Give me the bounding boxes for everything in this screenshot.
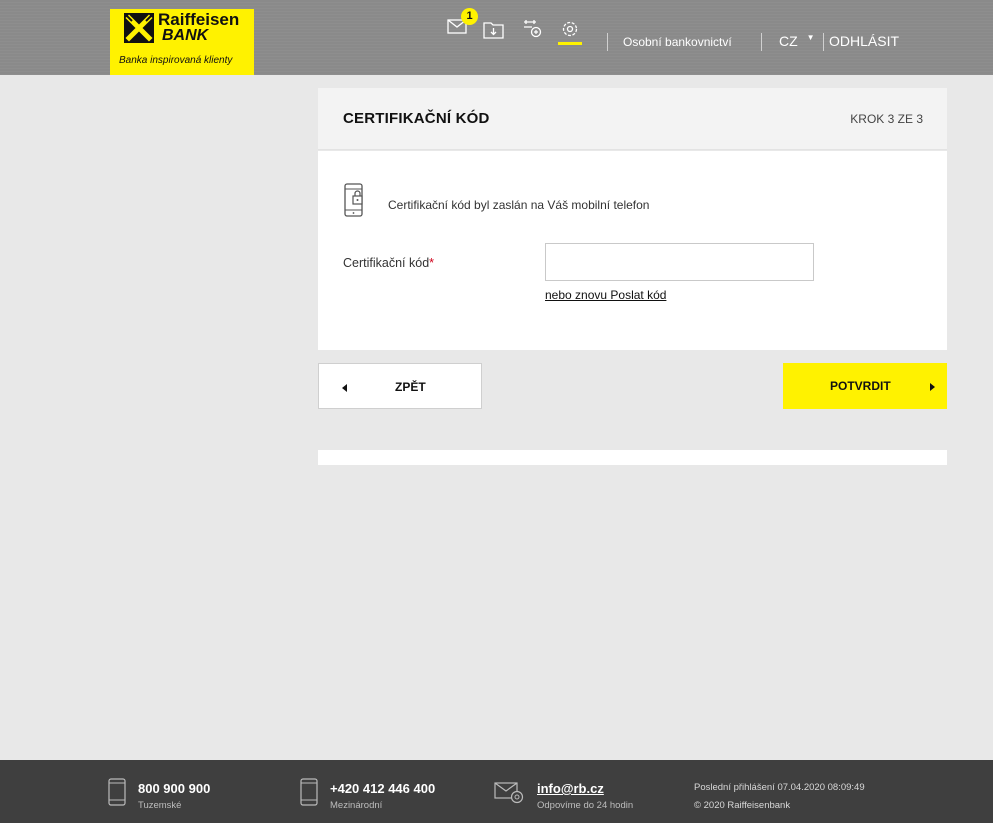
email-response-note: Odpovíme do 24 hodin [537,800,634,811]
page-title: CERTIFIKAČNÍ KÓD [343,110,490,127]
footer: 800 900 900 Tuzemské +420 412 446 400 Me… [0,760,993,823]
logo-name: Raiffeisen [158,10,240,29]
top-header: Raiffeisen BANK Banka inspirovaná klient… [0,0,993,75]
logo-tagline: Banka inspirovaná klienty [119,55,233,66]
last-login-info: Poslední přihlášení 07.04.2020 08:09:49 [694,782,865,793]
caret-down-icon: ▼ [806,33,815,42]
step-indicator: KROK 3 ZE 3 [850,112,923,126]
envelope-icon[interactable]: 1 [447,8,478,38]
email-at-icon [494,782,524,809]
phone-icon [108,778,126,811]
mobile-lock-icon [344,183,366,217]
international-phone-number[interactable]: +420 412 446 400 [330,781,435,796]
gear-lock-icon[interactable] [521,18,545,42]
language-selector[interactable]: CZ ▼ [779,33,814,49]
footer-email: info@rb.cz Odpovíme do 24 hodin [494,760,674,823]
confirm-button-label: POTVRDIT [830,379,891,393]
back-button[interactable]: ZPĚT [318,363,482,409]
download-folder-icon[interactable] [483,20,507,44]
email-link[interactable]: info@rb.cz [537,781,604,796]
language-label: CZ [779,33,798,49]
active-nav-indicator [558,42,582,45]
resend-code-link[interactable]: nebo znovu Poslat kód [545,288,666,302]
raiffeisen-cross-icon [124,13,154,43]
domestic-phone-label: Tuzemské [138,800,182,811]
certificate-code-label-text: Certifikační kód [343,256,430,270]
arrow-right-icon [928,379,936,397]
info-message: Certifikační kód byl zaslán na Váš mobil… [388,198,650,212]
back-button-label: ZPĚT [395,380,426,394]
messages-badge: 1 [461,8,478,25]
phone-icon [300,778,318,811]
card-header: CERTIFIKAČNÍ KÓD KROK 3 ZE 3 [318,88,947,150]
content-strip [318,450,947,465]
header-divider [761,33,762,51]
copyright: © 2020 Raiffeisenbank [694,800,791,811]
footer-domestic-phone: 800 900 900 Tuzemské [108,760,278,823]
header-divider [607,33,608,51]
required-marker: * [429,256,435,270]
logo-bank: BANK [162,27,209,44]
header-divider [823,33,824,51]
confirm-button[interactable]: POTVRDIT [783,363,947,409]
certificate-code-label: Certifikační kód* [343,256,434,270]
certificate-code-input[interactable] [545,243,814,281]
arrow-left-icon [341,380,349,398]
personal-banking-link[interactable]: Osobní bankovnictví [623,35,732,49]
logout-link[interactable]: ODHLÁSIT [829,33,899,49]
certificate-form: Certifikační kód byl zaslán na Váš mobil… [318,151,947,350]
footer-international-phone: +420 412 446 400 Mezinárodní [300,760,490,823]
settings-gear-icon[interactable] [559,18,583,42]
international-phone-label: Mezinárodní [330,800,383,811]
domestic-phone-number[interactable]: 800 900 900 [138,781,210,796]
raiffeisen-logo[interactable]: Raiffeisen BANK Banka inspirovaná klient… [110,9,254,75]
